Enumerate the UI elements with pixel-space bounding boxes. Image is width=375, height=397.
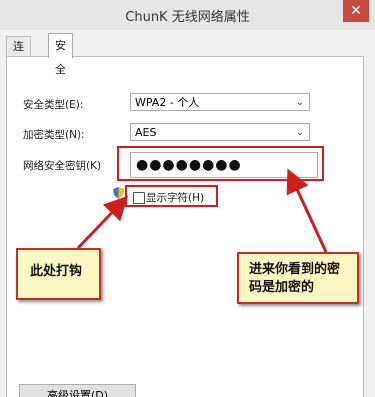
tab-security[interactable]: 安全 xyxy=(48,33,73,76)
check-here-text: 此处打钩 xyxy=(30,264,83,279)
properties-window: ChunK 无线网络属性 ✕ 连接 安全 安全类型(E): WPA2 - 个人 … xyxy=(0,0,375,397)
left-arrow xyxy=(76,195,129,250)
encrypted-callout-line2: 码是加密的 xyxy=(249,280,315,295)
encrypted-callout-line1: 进来你看到的密 xyxy=(249,262,341,277)
check-here-callout: 此处打钩 xyxy=(16,248,101,300)
encrypted-password-callout: 进来你看到的密 码是加密的 xyxy=(237,252,359,304)
right-arrow xyxy=(286,168,328,253)
